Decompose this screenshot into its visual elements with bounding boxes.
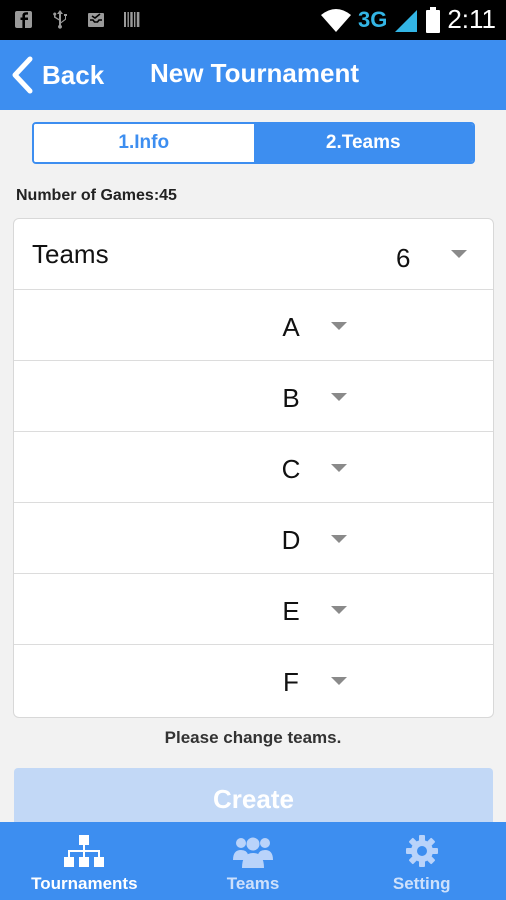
nav-label: Setting: [392, 874, 451, 893]
team-value: D: [281, 525, 301, 555]
dropdown-arrow-icon: [331, 677, 347, 685]
dropdown-arrow-icon: [331, 393, 347, 401]
chevron-left-icon: [12, 56, 33, 94]
tab-info[interactable]: 1.Info: [34, 124, 254, 162]
network-type: 3G: [357, 6, 388, 32]
app-bar: Back New Tournament: [0, 40, 506, 110]
teams-count-label: Teams: [32, 239, 109, 269]
teams-count-value: 6: [396, 243, 411, 273]
team-select[interactable]: C: [14, 432, 493, 503]
team-value: B: [282, 383, 300, 413]
create-button[interactable]: Create: [14, 768, 493, 830]
bracket-icon: [64, 835, 105, 867]
teams-card: Teams 6 A B C D E F: [13, 218, 494, 718]
back-label: Back: [42, 59, 105, 90]
system-icons: 3G 2:11: [320, 4, 496, 35]
facebook-icon: [15, 11, 32, 28]
nav-tournaments[interactable]: Tournaments: [0, 822, 169, 900]
dropdown-arrow-icon: [331, 322, 347, 330]
battery-icon: [426, 6, 441, 33]
dropdown-arrow-icon: [331, 535, 347, 543]
nav-label: Tournaments: [31, 874, 138, 893]
barcode-icon: [124, 12, 140, 27]
page-title: New Tournament: [150, 58, 359, 88]
bottom-nav: Tournaments Teams Setting: [0, 822, 506, 900]
nav-setting[interactable]: Setting: [337, 822, 506, 900]
step-tabs: 1.Info 2.Teams: [32, 122, 475, 164]
notification-icons: [14, 8, 142, 30]
dropdown-arrow-icon: [331, 464, 347, 472]
signal-icon: [395, 9, 418, 32]
clock: 2:11: [447, 4, 496, 34]
tab-teams[interactable]: 2.Teams: [253, 124, 473, 162]
inbox-icon: [88, 13, 104, 27]
nav-label: Teams: [226, 874, 280, 893]
team-value: C: [281, 454, 301, 484]
nav-teams[interactable]: Teams: [169, 822, 338, 900]
team-value: A: [282, 312, 300, 342]
team-value: F: [283, 667, 299, 697]
status-bar: 3G 2:11: [0, 0, 506, 40]
team-select[interactable]: F: [14, 645, 493, 717]
teams-count-select[interactable]: Teams 6: [14, 219, 493, 290]
dropdown-arrow-icon: [451, 250, 467, 258]
team-select[interactable]: B: [14, 361, 493, 432]
gear-icon: [405, 835, 438, 867]
back-button[interactable]: Back: [10, 54, 104, 96]
team-select[interactable]: A: [14, 290, 493, 361]
games-count: Number of Games:45: [16, 187, 177, 204]
usb-icon: [53, 10, 67, 29]
team-value: E: [282, 596, 300, 626]
people-icon: [233, 837, 273, 868]
team-select[interactable]: E: [14, 574, 493, 645]
hint-text: Please change teams.: [164, 728, 342, 747]
wifi-icon: [320, 8, 351, 32]
team-select[interactable]: D: [14, 503, 493, 574]
dropdown-arrow-icon: [331, 606, 347, 614]
